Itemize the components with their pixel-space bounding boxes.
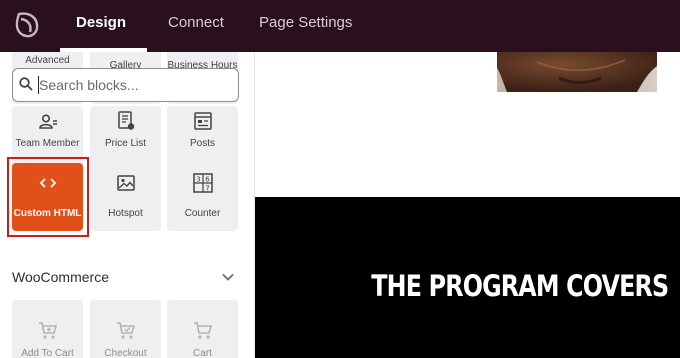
svg-text:3: 3 bbox=[196, 176, 200, 184]
block-counter[interactable]: 3 6 7 Counter bbox=[167, 163, 238, 231]
chevron-down-icon[interactable] bbox=[222, 273, 234, 281]
block-custom-html[interactable]: Custom HTML bbox=[12, 163, 83, 231]
svg-text:7: 7 bbox=[205, 185, 209, 193]
section-heading[interactable]: THE PROGRAM COVERS bbox=[371, 269, 669, 303]
tab-page-settings[interactable]: Page Settings bbox=[259, 0, 352, 52]
cart-icon bbox=[193, 322, 212, 339]
block-label: Advanced bbox=[25, 55, 70, 66]
block-label: Team Member bbox=[15, 138, 80, 149]
block-label: Hotspot bbox=[108, 208, 143, 219]
block-checkout[interactable]: Checkout bbox=[90, 300, 161, 358]
price-list-icon bbox=[117, 111, 134, 130]
counter-icon: 3 6 7 bbox=[192, 173, 213, 193]
tab-connect[interactable]: Connect bbox=[168, 0, 224, 52]
block-label: Add To Cart bbox=[21, 348, 74, 358]
posts-icon bbox=[193, 112, 212, 130]
block-add-to-cart[interactable]: Add To Cart bbox=[12, 300, 83, 358]
cart-plus-icon bbox=[38, 322, 57, 339]
block-cart[interactable]: Cart bbox=[167, 300, 238, 358]
code-icon bbox=[39, 178, 56, 188]
hotspot-image-icon bbox=[116, 175, 135, 191]
block-hotspot[interactable]: Hotspot bbox=[90, 163, 161, 231]
cart-checkout-icon bbox=[116, 322, 135, 339]
program-section[interactable]: THE PROGRAM COVERS bbox=[255, 197, 680, 358]
block-label: Counter bbox=[184, 208, 221, 219]
block-label: Checkout bbox=[104, 348, 147, 358]
top-bar: Design Connect Page Settings bbox=[0, 0, 680, 52]
svg-text:6: 6 bbox=[205, 176, 210, 184]
search-input[interactable] bbox=[39, 75, 229, 95]
block-label: Custom HTML bbox=[13, 208, 82, 219]
woocommerce-section-title[interactable]: WooCommerce bbox=[12, 269, 109, 285]
search-blocks-field[interactable] bbox=[12, 68, 239, 102]
block-label: Posts bbox=[189, 138, 215, 149]
block-label: Price List bbox=[104, 138, 147, 149]
blocks-sidebar: Advanced Gallery Business Hours Team Mem… bbox=[0, 52, 255, 358]
team-member-icon bbox=[38, 114, 57, 129]
search-icon bbox=[19, 77, 33, 91]
hero-photo[interactable] bbox=[497, 52, 657, 92]
tab-design[interactable]: Design bbox=[76, 0, 126, 52]
seedprod-logo-icon[interactable] bbox=[10, 8, 44, 42]
block-label: Cart bbox=[193, 348, 212, 358]
